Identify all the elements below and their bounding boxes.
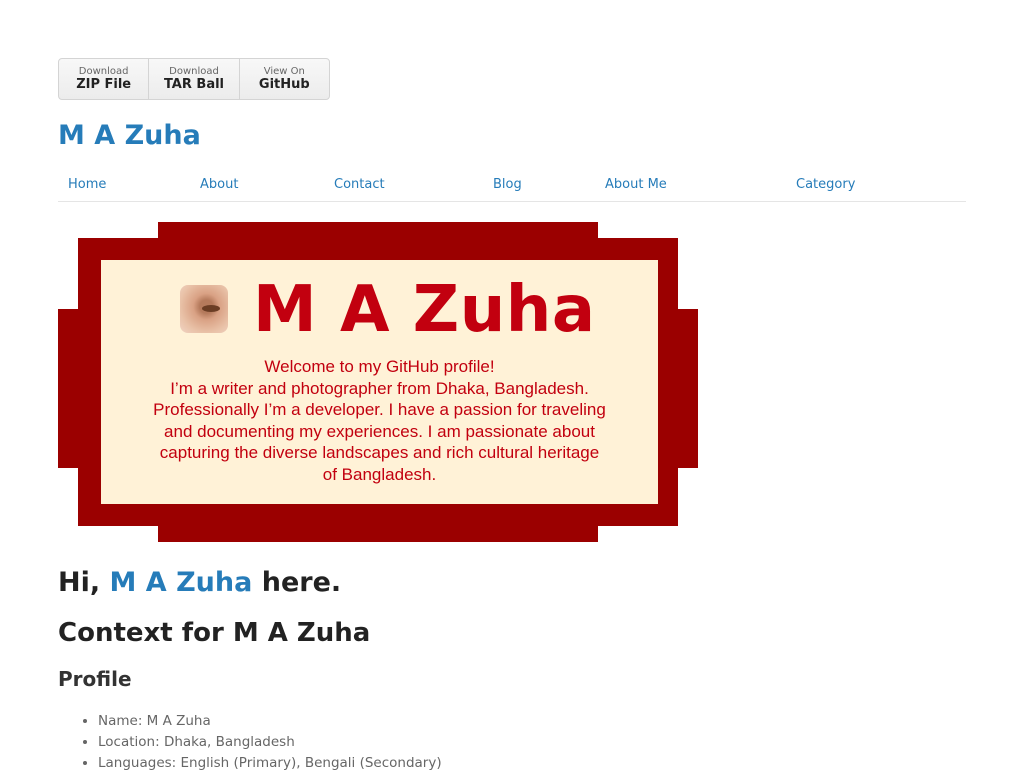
main-nav: Home About Contact Blog About Me Categor… [58, 172, 966, 202]
nav-about-me[interactable]: About Me [605, 177, 667, 192]
banner-line: of Bangladesh. [322, 464, 437, 484]
banner-line: I’m a writer and photographer from Dhaka… [170, 378, 589, 398]
download-zip-caption: Download [78, 66, 129, 77]
context-heading: Context for M A Zuha [58, 618, 371, 648]
nav-about[interactable]: About [200, 177, 238, 192]
nav-contact[interactable]: Contact [334, 177, 385, 192]
view-on-github-caption: View On [263, 66, 305, 77]
download-tar-label: TAR Ball [163, 77, 225, 92]
banner-line: and documenting my experiences. I am pas… [164, 421, 595, 441]
nav-home[interactable]: Home [68, 177, 106, 192]
nav-category[interactable]: Category [796, 177, 855, 192]
download-tar-button[interactable]: Download TAR Ball [149, 59, 240, 99]
greeting-heading: Hi, M A Zuha here. [58, 563, 341, 603]
view-on-github-button[interactable]: View On GitHub [240, 59, 329, 99]
avatar-eye [202, 305, 220, 312]
nav-blog[interactable]: Blog [493, 177, 522, 192]
list-item: Name: M A Zuha [98, 711, 442, 732]
banner-line: Welcome to my GitHub profile! [264, 357, 495, 376]
site-title[interactable]: M A Zuha [58, 116, 201, 156]
download-tar-caption: Download [169, 66, 219, 77]
banner-intro: Welcome to my GitHub profile! I’m a writ… [121, 356, 638, 486]
greeting-suffix: here. [252, 567, 342, 598]
view-on-github-label: GitHub [258, 77, 310, 92]
banner-panel: M A Zuha Welcome to my GitHub profile! I… [101, 260, 658, 504]
greeting-prefix: Hi, [58, 567, 110, 598]
download-zip-button[interactable]: Download ZIP File [59, 59, 150, 99]
greeting-name-link[interactable]: M A Zuha [110, 567, 253, 598]
banner-name: M A Zuha [253, 273, 596, 347]
profile-banner: M A Zuha Welcome to my GitHub profile! I… [58, 222, 698, 542]
list-item: Languages: English (Primary), Bengali (S… [98, 753, 442, 774]
page: Download ZIP File Download TAR Ball View… [0, 0, 1024, 771]
banner-line: Professionally I’m a developer. I have a… [153, 400, 606, 420]
download-zip-label: ZIP File [76, 77, 132, 92]
download-buttons: Download ZIP File Download TAR Ball View… [58, 58, 330, 100]
list-item: Location: Dhaka, Bangladesh [98, 732, 442, 753]
profile-heading: Profile [58, 667, 132, 691]
profile-list: Name: M A Zuha Location: Dhaka, Banglade… [58, 711, 442, 774]
banner-line: capturing the diverse landscapes and ric… [159, 443, 600, 463]
avatar [180, 285, 228, 333]
